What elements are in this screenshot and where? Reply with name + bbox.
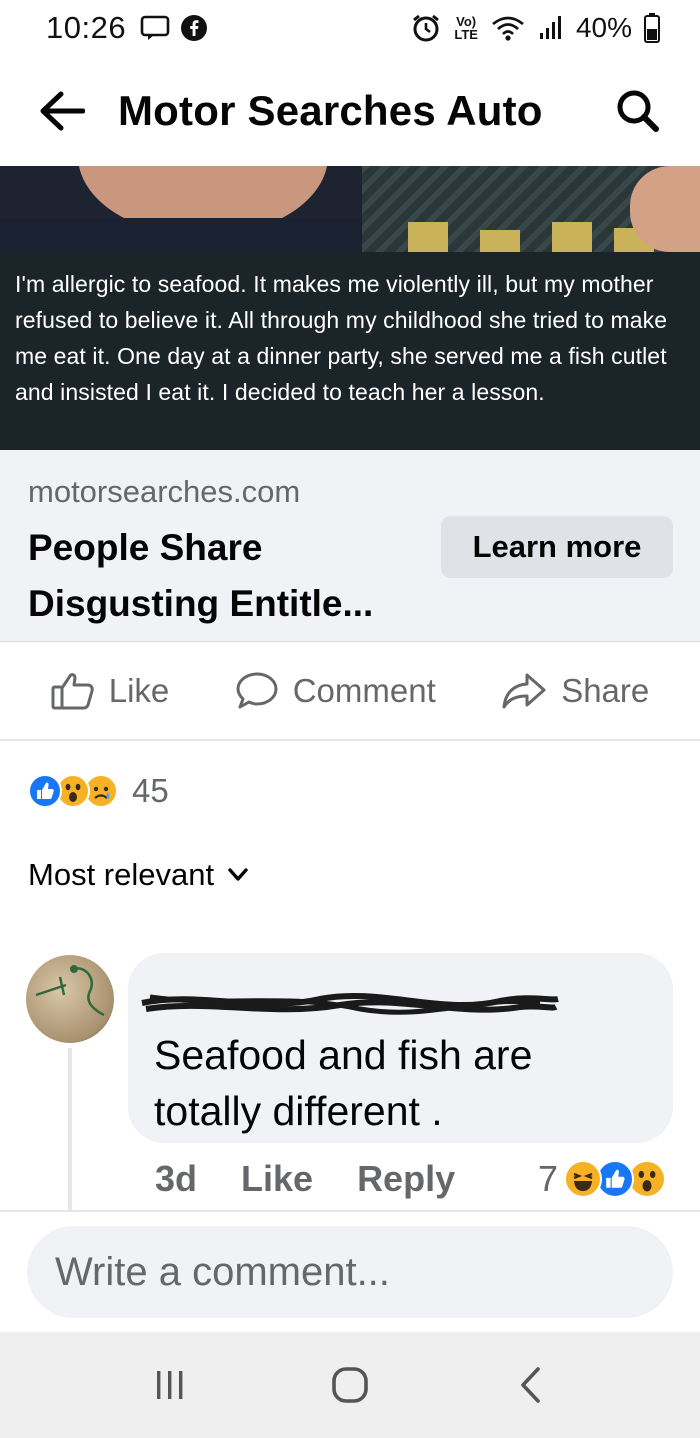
battery-icon (644, 13, 660, 43)
page-title: Motor Searches Auto (118, 87, 543, 134)
back-button[interactable] (36, 85, 88, 137)
ad-photo-right (362, 166, 700, 252)
system-nav-bar (0, 1332, 700, 1438)
comment-meta: 3d Like Reply (155, 1158, 455, 1200)
wifi-icon (492, 16, 524, 41)
nav-back-button[interactable] (490, 1345, 570, 1425)
commenter-name-redacted (141, 983, 647, 1025)
comment-bubble[interactable]: Seafood and fish are totally different . (128, 953, 673, 1143)
battery-percent: 40% (575, 12, 632, 43)
learn-more-button[interactable]: Learn more (441, 516, 673, 578)
alarm-icon (413, 14, 440, 42)
search-button[interactable] (612, 85, 664, 137)
comment-label: Comment (292, 672, 436, 709)
comment-reactions[interactable]: 7 (538, 1158, 667, 1200)
recent-apps-button[interactable] (130, 1345, 210, 1425)
share-button[interactable]: Share (501, 671, 649, 711)
ad-photo-left (0, 166, 362, 252)
comment-reply-button[interactable]: Reply (357, 1158, 455, 1200)
sort-label: Most relevant (28, 857, 215, 892)
share-icon (502, 673, 546, 709)
search-icon (617, 90, 659, 132)
comment-reaction-count: 7 (538, 1158, 559, 1199)
comment-icon (236, 672, 278, 709)
avatar[interactable] (26, 955, 114, 1043)
post-action-bar: Like Comment Share (0, 643, 700, 741)
facebook-icon (181, 15, 208, 41)
back-arrow-icon (40, 91, 85, 131)
comment-text: Seafood and fish are totally different . (154, 1032, 533, 1134)
haha-reaction-icon (564, 1160, 603, 1198)
reaction-count: 45 (132, 772, 169, 809)
volte-icon: Vo) LTE (454, 14, 478, 42)
thumbs-up-icon (51, 673, 94, 710)
home-button[interactable] (310, 1345, 390, 1425)
status-time: 10:26 (46, 10, 127, 45)
message-icon (140, 15, 170, 40)
back-icon (521, 1367, 540, 1403)
comment-like-button[interactable]: Like (241, 1158, 313, 1200)
home-icon (332, 1367, 368, 1403)
reactions-summary[interactable]: 45 (28, 769, 169, 813)
comment-sort-dropdown[interactable]: Most relevant (28, 857, 248, 893)
app-header: Motor Searches Auto (0, 56, 700, 166)
link-domain: motorsearches.com (28, 474, 301, 509)
like-reaction-icon (28, 774, 62, 808)
thread-line (68, 1048, 72, 1210)
comment-button[interactable]: Comment (235, 671, 436, 711)
signal-icon (539, 16, 561, 39)
write-comment-input[interactable] (27, 1226, 673, 1318)
like-label: Like (108, 672, 170, 709)
status-bar: 10:26 Vo) LTE 40% (0, 0, 700, 56)
comment-time[interactable]: 3d (155, 1158, 197, 1200)
like-button[interactable]: Like (51, 671, 170, 711)
ad-image[interactable] (0, 166, 700, 252)
share-label: Share (561, 672, 650, 709)
recent-apps-icon (157, 1371, 183, 1399)
chevron-down-icon (228, 868, 248, 881)
ad-caption[interactable]: I'm allergic to seafood. It makes me vio… (0, 252, 700, 450)
divider (0, 1210, 700, 1212)
link-title[interactable]: People Share Disgusting Entitle... (28, 520, 418, 632)
